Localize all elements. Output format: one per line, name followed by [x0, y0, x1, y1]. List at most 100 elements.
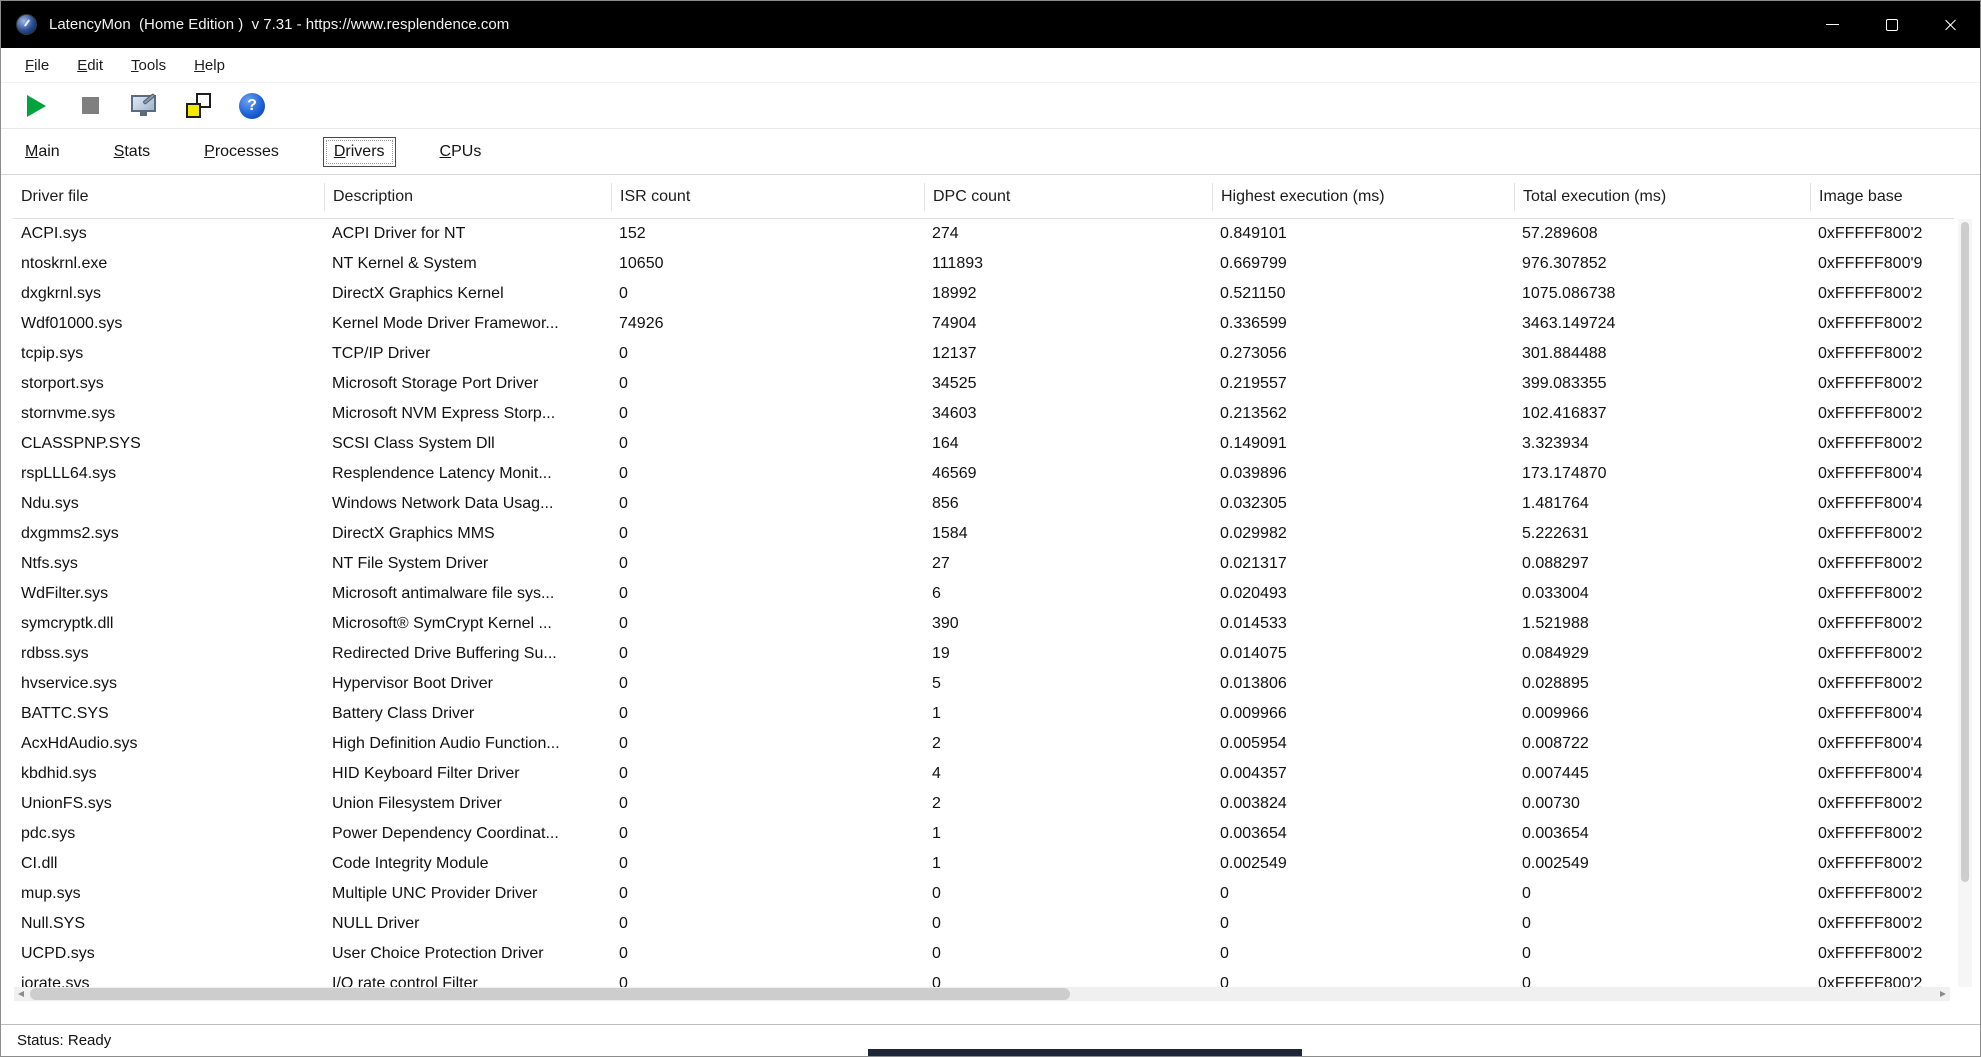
- table-cell: 0: [611, 585, 924, 603]
- table-cell: 0: [611, 645, 924, 663]
- table-cell: 46569: [924, 465, 1212, 483]
- monitor-stand-icon: [140, 112, 147, 116]
- table-cell: 0: [611, 435, 924, 453]
- table-cell: 0: [924, 975, 1212, 987]
- tab-main[interactable]: Main: [15, 138, 70, 166]
- menu-bar: FileEditToolsHelp: [1, 48, 1980, 83]
- table-row[interactable]: iorate.sysI/O rate control Filter00000xF…: [13, 969, 1954, 987]
- table-cell: 0xFFFFF800'4: [1810, 735, 1954, 753]
- table-row[interactable]: CI.dllCode Integrity Module010.0025490.0…: [13, 849, 1954, 879]
- table-cell: DirectX Graphics Kernel: [324, 285, 611, 303]
- start-monitor-button[interactable]: [21, 91, 51, 121]
- table-row[interactable]: Wdf01000.sysKernel Mode Driver Framewor.…: [13, 309, 1954, 339]
- table-cell: 0.013806: [1212, 675, 1514, 693]
- table-cell: 0.005954: [1212, 735, 1514, 753]
- scroll-right-arrow-icon[interactable]: [1940, 991, 1946, 997]
- table-row[interactable]: pdc.sysPower Dependency Coordinat...010.…: [13, 819, 1954, 849]
- copy-report-button[interactable]: [183, 91, 213, 121]
- tab-processes[interactable]: Processes: [194, 138, 289, 166]
- stop-monitor-button[interactable]: [75, 91, 105, 121]
- column-header[interactable]: Description: [324, 183, 611, 211]
- table-row[interactable]: UCPD.sysUser Choice Protection Driver000…: [13, 939, 1954, 969]
- column-header[interactable]: Total execution (ms): [1514, 183, 1810, 211]
- table-cell: 3463.149724: [1514, 315, 1810, 333]
- table-row[interactable]: Null.SYSNULL Driver00000xFFFFF800'2: [13, 909, 1954, 939]
- table-row[interactable]: rdbss.sysRedirected Drive Buffering Su..…: [13, 639, 1954, 669]
- tab-drivers[interactable]: Drivers: [323, 137, 396, 167]
- table-cell: 0.213562: [1212, 405, 1514, 423]
- help-icon: ?: [239, 93, 265, 119]
- column-header[interactable]: DPC count: [924, 183, 1212, 211]
- maximize-button[interactable]: [1862, 1, 1921, 48]
- table-cell: 34525: [924, 375, 1212, 393]
- table-cell: TCP/IP Driver: [324, 345, 611, 363]
- vertical-scrollbar-thumb[interactable]: [1961, 222, 1969, 882]
- table-row[interactable]: storport.sysMicrosoft Storage Port Drive…: [13, 369, 1954, 399]
- table-row[interactable]: WdFilter.sysMicrosoft antimalware file s…: [13, 579, 1954, 609]
- menu-item-help[interactable]: Help: [183, 53, 236, 78]
- table-row[interactable]: dxgkrnl.sysDirectX Graphics Kernel018992…: [13, 279, 1954, 309]
- table-row[interactable]: BATTC.SYSBattery Class Driver010.0099660…: [13, 699, 1954, 729]
- table-cell: 0.009966: [1212, 705, 1514, 723]
- table-cell: 27: [924, 555, 1212, 573]
- vertical-scrollbar[interactable]: [1958, 219, 1972, 987]
- horizontal-scrollbar[interactable]: [14, 987, 1950, 1001]
- table-row[interactable]: stornvme.sysMicrosoft NVM Express Storp.…: [13, 399, 1954, 429]
- table-cell: 0.003654: [1514, 825, 1810, 843]
- table-header-row: Driver fileDescriptionISR countDPC count…: [13, 175, 1954, 219]
- minimize-button[interactable]: [1803, 1, 1862, 48]
- table-cell: 0xFFFFF800'4: [1810, 465, 1954, 483]
- menu-item-tools[interactable]: Tools: [120, 53, 177, 78]
- table-row[interactable]: kbdhid.sysHID Keyboard Filter Driver040.…: [13, 759, 1954, 789]
- close-button[interactable]: [1921, 1, 1980, 48]
- table-cell: 0: [611, 705, 924, 723]
- menu-item-edit[interactable]: Edit: [66, 53, 114, 78]
- table-cell: Windows Network Data Usag...: [324, 495, 611, 513]
- table-row[interactable]: CLASSPNP.SYSSCSI Class System Dll01640.1…: [13, 429, 1954, 459]
- table-cell: 5.222631: [1514, 525, 1810, 543]
- table-row[interactable]: hvservice.sysHypervisor Boot Driver050.0…: [13, 669, 1954, 699]
- table-cell: 0.00730: [1514, 795, 1810, 813]
- table-cell: 0: [611, 525, 924, 543]
- table-row[interactable]: mup.sysMultiple UNC Provider Driver00000…: [13, 879, 1954, 909]
- table-cell: WdFilter.sys: [13, 585, 324, 603]
- table-cell: Redirected Drive Buffering Su...: [324, 645, 611, 663]
- column-header[interactable]: Highest execution (ms): [1212, 183, 1514, 211]
- copy-report-icon: [186, 93, 211, 118]
- scroll-left-arrow-icon[interactable]: [18, 991, 24, 997]
- play-icon: [27, 95, 46, 117]
- table-cell: 0xFFFFF800'2: [1810, 435, 1954, 453]
- table-cell: 0xFFFFF800'2: [1810, 345, 1954, 363]
- table-cell: 0xFFFFF800'2: [1810, 285, 1954, 303]
- table-cell: 34603: [924, 405, 1212, 423]
- table-row[interactable]: tcpip.sysTCP/IP Driver0121370.273056301.…: [13, 339, 1954, 369]
- table-row[interactable]: ntoskrnl.exeNT Kernel & System1065011189…: [13, 249, 1954, 279]
- table-row[interactable]: Ntfs.sysNT File System Driver0270.021317…: [13, 549, 1954, 579]
- menu-item-file[interactable]: File: [14, 53, 60, 78]
- tab-cpus[interactable]: CPUs: [430, 138, 492, 166]
- column-header[interactable]: ISR count: [611, 183, 924, 211]
- table-row[interactable]: symcryptk.dllMicrosoft® SymCrypt Kernel …: [13, 609, 1954, 639]
- column-header[interactable]: Driver file: [13, 183, 324, 211]
- table-row[interactable]: UnionFS.sysUnion Filesystem Driver020.00…: [13, 789, 1954, 819]
- table-row[interactable]: dxgmms2.sysDirectX Graphics MMS015840.02…: [13, 519, 1954, 549]
- table-row[interactable]: AcxHdAudio.sysHigh Definition Audio Func…: [13, 729, 1954, 759]
- table-cell: storport.sys: [13, 375, 324, 393]
- table-cell: 0: [611, 555, 924, 573]
- table-cell: pdc.sys: [13, 825, 324, 843]
- tab-stats[interactable]: Stats: [104, 138, 160, 166]
- table-row[interactable]: ACPI.sysACPI Driver for NT1522740.849101…: [13, 219, 1954, 249]
- taskbar-peek: [868, 1049, 1302, 1056]
- table-row[interactable]: Ndu.sysWindows Network Data Usag...08560…: [13, 489, 1954, 519]
- table-cell: 0xFFFFF800'2: [1810, 825, 1954, 843]
- table-cell: 0: [611, 885, 924, 903]
- table-cell: Multiple UNC Provider Driver: [324, 885, 611, 903]
- analyze-button[interactable]: [129, 91, 159, 121]
- window-title: LatencyMon (Home Edition ) v 7.31 - http…: [49, 16, 509, 33]
- table-cell: Microsoft NVM Express Storp...: [324, 405, 611, 423]
- table-cell: 0.007445: [1514, 765, 1810, 783]
- horizontal-scrollbar-thumb[interactable]: [30, 988, 1070, 1000]
- help-button[interactable]: ?: [237, 91, 267, 121]
- column-header[interactable]: Image base: [1810, 183, 1954, 211]
- table-row[interactable]: rspLLL64.sysResplendence Latency Monit..…: [13, 459, 1954, 489]
